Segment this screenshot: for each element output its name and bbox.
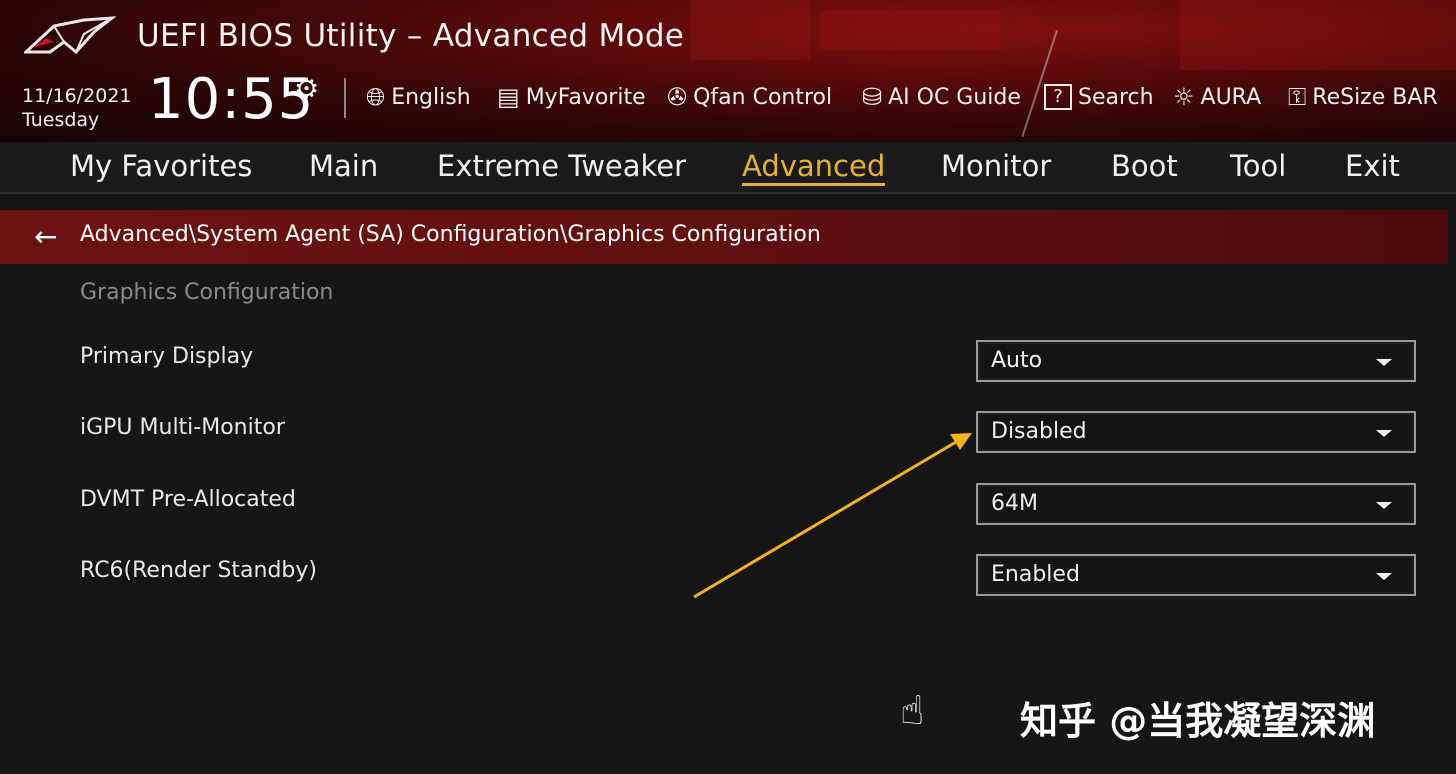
header-bar: UEFI BIOS Utility – Advanced Mode 11/16/… xyxy=(0,0,1456,142)
aura-button[interactable]: ☼ AURA xyxy=(1173,82,1261,112)
globe-icon: 🌐︎ xyxy=(366,83,386,111)
tab-extreme-tweaker[interactable]: Extreme Tweaker xyxy=(437,149,686,183)
date-text: 11/16/2021 xyxy=(22,85,132,107)
gear-icon[interactable]: ⚙ xyxy=(294,72,319,105)
fan-icon: ✇ xyxy=(667,83,688,111)
aura-light-icon: ☼ xyxy=(1173,83,1195,111)
setting-label-igpu-multi-monitor: iGPU Multi-Monitor xyxy=(80,415,285,440)
igpu-multi-monitor-dropdown[interactable]: Disabled xyxy=(976,411,1416,453)
primary-display-dropdown[interactable]: Auto xyxy=(976,340,1416,382)
header-decoration xyxy=(690,0,810,60)
header-decoration xyxy=(820,10,1000,50)
chevron-down-icon xyxy=(1376,502,1392,509)
back-arrow-icon[interactable]: ← xyxy=(34,220,57,253)
resize-bar-icon: ⚿ xyxy=(1288,83,1307,111)
annotation-arrow-line xyxy=(693,440,957,599)
chevron-down-icon xyxy=(1376,573,1392,580)
ai-oc-guide-button[interactable]: ⛁ AI OC Guide xyxy=(862,82,1021,112)
tab-advanced[interactable]: Advanced xyxy=(742,149,886,186)
date-display: 11/16/2021 Tuesday xyxy=(22,84,132,132)
setting-label-dvmt-pre-allocated: DVMT Pre-Allocated xyxy=(80,487,296,512)
dvmt-pre-allocated-value: 64M xyxy=(991,491,1038,516)
search-button[interactable]: ? Search xyxy=(1044,82,1154,112)
igpu-multi-monitor-value: Disabled xyxy=(991,419,1087,444)
resize-bar-button[interactable]: ⚿ ReSize BAR xyxy=(1288,82,1438,112)
myfavorite-label: MyFavorite xyxy=(525,84,646,110)
tab-boot[interactable]: Boot xyxy=(1111,149,1178,183)
search-label: Search xyxy=(1078,84,1154,110)
dvmt-pre-allocated-dropdown[interactable]: 64M xyxy=(976,483,1416,525)
section-title: Graphics Configuration xyxy=(80,280,334,305)
header-decoration xyxy=(1180,0,1456,70)
ai-oc-guide-label: AI OC Guide xyxy=(888,84,1021,110)
tab-monitor[interactable]: Monitor xyxy=(941,149,1051,183)
qfan-control-label: Qfan Control xyxy=(693,84,833,110)
ai-oc-icon: ⛁ xyxy=(862,83,883,111)
rc6-render-standby-value: Enabled xyxy=(991,562,1080,587)
question-box-icon: ? xyxy=(1044,84,1072,110)
app-title: UEFI BIOS Utility – Advanced Mode xyxy=(137,18,685,54)
primary-display-value: Auto xyxy=(991,348,1043,373)
watermark-text: 知乎 @当我凝望深渊 xyxy=(1020,699,1376,743)
chevron-down-icon xyxy=(1376,430,1392,437)
rc6-render-standby-dropdown[interactable]: Enabled xyxy=(976,554,1416,596)
day-text: Tuesday xyxy=(22,109,100,131)
hand-cursor-icon: ☝ xyxy=(900,688,925,734)
language-button[interactable]: 🌐︎ English xyxy=(366,82,471,112)
myfavorite-button[interactable]: ▤ MyFavorite xyxy=(497,82,646,112)
rog-logo-icon xyxy=(24,16,116,55)
tab-main[interactable]: Main xyxy=(309,149,378,183)
chevron-down-icon xyxy=(1376,359,1392,366)
language-label: English xyxy=(391,84,471,110)
setting-label-primary-display: Primary Display xyxy=(80,344,254,369)
clock-display: 10:55 xyxy=(148,67,315,132)
qfan-control-button[interactable]: ✇ Qfan Control xyxy=(667,82,832,112)
favorite-list-icon: ▤ xyxy=(497,83,520,111)
header-divider xyxy=(344,78,346,118)
setting-label-rc6-render-standby: RC6(Render Standby) xyxy=(80,558,317,583)
tab-exit[interactable]: Exit xyxy=(1345,149,1400,183)
aura-label: AURA xyxy=(1200,84,1262,110)
breadcrumb-path: Advanced\System Agent (SA) Configuration… xyxy=(80,222,821,247)
resize-bar-label: ReSize BAR xyxy=(1312,84,1438,110)
annotation-arrow-head xyxy=(950,433,972,450)
breadcrumb: ← Advanced\System Agent (SA) Configurati… xyxy=(0,210,1448,264)
tab-my-favorites[interactable]: My Favorites xyxy=(70,149,252,183)
main-navigation: My Favorites Main Extreme Tweaker Advanc… xyxy=(0,142,1456,194)
tab-tool[interactable]: Tool xyxy=(1230,149,1286,183)
